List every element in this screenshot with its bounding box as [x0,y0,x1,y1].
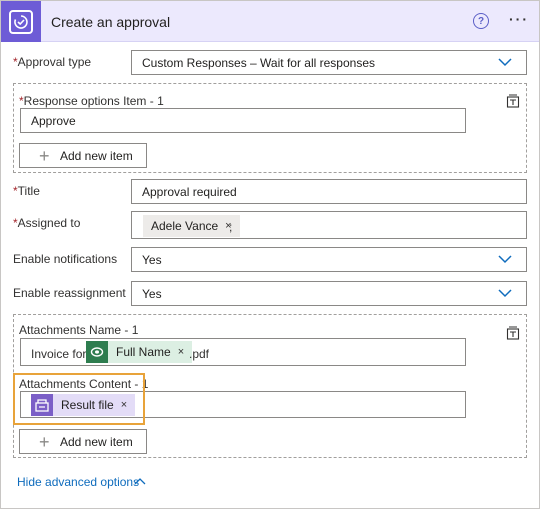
enable-reassignment-dropdown[interactable]: Yes [131,281,527,306]
title-label: *Title [13,184,40,198]
chevron-up-icon[interactable] [134,477,146,485]
attachments-name-suffix: .pdf [189,347,210,361]
remove-item-icon[interactable] [506,94,520,108]
response-option-value: Approve [31,114,76,128]
remove-token-icon[interactable]: × [178,346,184,358]
response-option-input[interactable]: Approve [20,108,466,133]
more-options-icon[interactable]: ··· [509,11,529,27]
plus-icon: + [39,432,50,452]
approval-type-value: Custom Responses – Wait for all response… [142,56,375,70]
help-icon[interactable]: ? [473,13,489,29]
action-header[interactable]: Create an approval ? ··· [1,1,539,42]
attachments-name-input[interactable]: Invoice for Full Name × .pdf [20,338,466,366]
add-new-item-label: Add new item [60,435,133,449]
approval-type-label-text: Approval type [17,55,92,69]
assigned-to-label: *Assigned to [13,216,80,230]
attachments-name-prefix: Invoice for [31,347,87,361]
enable-notifications-dropdown[interactable]: Yes [131,247,527,272]
add-response-item-button[interactable]: + Add new item [19,143,147,168]
response-options-label-text: Response options Item - 1 [23,94,164,108]
approval-type-dropdown[interactable]: Custom Responses – Wait for all response… [131,50,527,75]
response-options-label: *Response options Item - 1 [19,94,164,108]
assigned-to-label-text: Assigned to [17,216,81,230]
hide-advanced-options-link[interactable]: Hide advanced options [17,475,139,489]
approval-action-card: Create an approval ? ··· *Approval type … [0,0,540,509]
remove-item-icon[interactable] [506,326,520,340]
separator-text: ; [229,220,233,234]
plus-icon: + [39,146,50,166]
chevron-down-icon [498,289,512,298]
chevron-down-icon [498,58,512,67]
full-name-token-label: Full Name [116,345,171,359]
enable-notifications-label: Enable notifications [13,252,118,266]
add-new-item-label: Add new item [60,149,133,163]
approval-type-label: *Approval type [13,55,91,69]
attachments-name-label: Attachments Name - 1 [19,323,139,337]
action-title: Create an approval [51,14,171,30]
assignee-token[interactable]: Adele Vance × [143,215,240,237]
enable-notifications-value: Yes [142,253,162,267]
title-label-text: Title [17,184,40,198]
add-attachment-item-button[interactable]: + Add new item [19,429,147,454]
approval-icon [1,1,41,42]
assigned-to-input[interactable]: Adele Vance × ; [131,211,527,239]
assignee-token-label: Adele Vance [151,219,219,233]
enable-reassignment-value: Yes [142,287,162,301]
highlight-box [13,373,145,425]
chevron-down-icon [498,255,512,264]
title-value: Approval required [142,185,237,199]
enable-reassignment-label: Enable reassignment [13,286,126,300]
dataverse-icon [86,341,108,363]
title-input[interactable]: Approval required [131,179,527,204]
full-name-token[interactable]: Full Name × [86,341,193,363]
